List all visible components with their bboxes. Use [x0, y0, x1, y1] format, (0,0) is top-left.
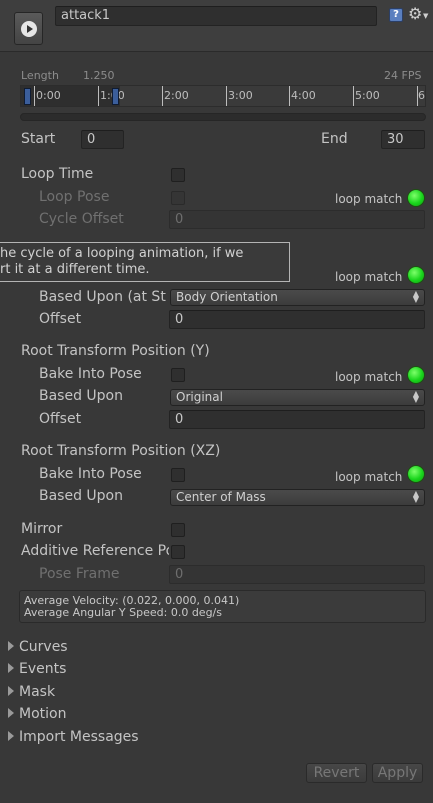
- loop-match-indicator: [408, 190, 424, 206]
- position-y-offset-label: Offset: [39, 411, 82, 427]
- start-label: Start: [21, 131, 56, 147]
- gear-icon[interactable]: ⚙: [408, 4, 422, 23]
- position-xz-loop-match-label: loop match: [335, 470, 403, 484]
- help-icon[interactable]: ?: [389, 8, 403, 22]
- clip-name-field[interactable]: attack1: [55, 6, 377, 26]
- average-info-box: Average Velocity: (0.022, 0.000, 0.041) …: [19, 590, 426, 623]
- position-xz-based-upon-label: Based Upon: [39, 488, 123, 504]
- rotation-offset-field[interactable]: 0: [169, 310, 425, 329]
- apply-button[interactable]: Apply: [372, 763, 423, 783]
- foldout-mask[interactable]: Mask: [8, 684, 55, 700]
- rotation-based-upon-select[interactable]: Body Orientation ▲ ▼: [170, 289, 425, 306]
- length-value: 1.250: [83, 69, 115, 82]
- loop-pose-checkbox[interactable]: [171, 191, 185, 205]
- foldout-arrow-icon: [8, 641, 14, 651]
- position-y-title: Root Transform Position (Y): [21, 343, 210, 359]
- fps-label: 24 FPS: [384, 69, 422, 82]
- tooltip-line-1: he cycle of a looping animation, if we: [0, 246, 244, 261]
- position-y-based-upon-value: Original: [176, 390, 223, 404]
- start-field[interactable]: 0: [81, 130, 124, 149]
- foldout-motion-label: Motion: [19, 706, 67, 722]
- header-bar: attack1 ? ⚙ ▼: [0, 0, 433, 52]
- position-xz-bake-label: Bake Into Pose: [39, 466, 142, 482]
- play-button[interactable]: [14, 12, 43, 45]
- position-y-loop-match-label: loop match: [335, 370, 403, 384]
- loop-match-label: loop match: [335, 192, 403, 206]
- foldout-import-messages[interactable]: Import Messages: [8, 729, 139, 745]
- rotation-loop-match-indicator: [408, 267, 424, 283]
- position-y-loop-match-indicator: [408, 367, 424, 383]
- foldout-arrow-icon: [8, 708, 14, 718]
- mirror-checkbox[interactable]: [171, 523, 185, 537]
- length-label: Length: [21, 69, 59, 82]
- loop-time-label: Loop Time: [21, 166, 94, 182]
- revert-button[interactable]: Revert: [306, 763, 367, 783]
- foldout-arrow-icon: [8, 731, 14, 741]
- tooltip: he cycle of a looping animation, if we r…: [0, 242, 290, 282]
- end-field[interactable]: 30: [381, 130, 425, 149]
- position-y-based-upon-select[interactable]: Original ▲ ▼: [170, 389, 425, 406]
- end-marker-handle[interactable]: [112, 88, 119, 105]
- timeline-scrollbar[interactable]: [20, 113, 426, 121]
- loop-pose-label: Loop Pose: [39, 189, 110, 205]
- end-label: End: [321, 131, 348, 147]
- position-xz-loop-match-indicator: [408, 466, 424, 482]
- foldout-events-label: Events: [19, 661, 67, 677]
- mirror-label: Mirror: [21, 521, 63, 537]
- loop-time-checkbox[interactable]: [171, 168, 185, 182]
- rotation-offset-label: Offset: [39, 311, 82, 327]
- tick-label-4: 4:00: [291, 89, 316, 102]
- additive-reference-pose-label: Additive Reference Pose: [21, 543, 169, 559]
- average-angular-speed-text: Average Angular Y Speed: 0.0 deg/s: [24, 606, 222, 619]
- tick-label-0: 0:00: [36, 89, 61, 102]
- foldout-events[interactable]: Events: [8, 661, 66, 677]
- foldout-arrow-icon: [8, 663, 14, 673]
- rotation-loop-match-label: loop match: [335, 270, 403, 284]
- tick-label-5: 5:00: [355, 89, 380, 102]
- select-arrows-icon: ▲ ▼: [412, 289, 419, 304]
- position-xz-based-upon-value: Center of Mass: [176, 490, 266, 504]
- position-xz-based-upon-select[interactable]: Center of Mass ▲ ▼: [170, 489, 425, 506]
- position-xz-title: Root Transform Position (XZ): [21, 443, 221, 459]
- timeline-ruler[interactable]: 0:00 1:00 2:00 3:00 4:00 5:00 6: [20, 85, 426, 107]
- foldout-curves[interactable]: Curves: [8, 639, 68, 655]
- additive-reference-pose-checkbox[interactable]: [171, 545, 185, 559]
- select-arrows-icon: ▲ ▼: [412, 489, 419, 504]
- rotation-based-upon-label: Based Upon (at Start): [39, 289, 166, 305]
- pose-frame-label: Pose Frame: [39, 566, 120, 582]
- play-icon: [21, 21, 37, 37]
- cycle-offset-field[interactable]: 0: [169, 210, 425, 229]
- tick-label-6: 6: [418, 89, 425, 102]
- foldout-import-messages-label: Import Messages: [19, 729, 139, 745]
- tooltip-line-2: rt it at a different time.: [0, 262, 150, 277]
- position-y-based-upon-label: Based Upon: [39, 388, 123, 404]
- rotation-based-upon-value: Body Orientation: [176, 290, 278, 304]
- foldout-curves-label: Curves: [19, 639, 68, 655]
- position-y-offset-field[interactable]: 0: [169, 410, 425, 429]
- pose-frame-field[interactable]: 0: [169, 565, 425, 584]
- position-y-bake-label: Bake Into Pose: [39, 366, 142, 382]
- tick-label-3: 3:00: [228, 89, 253, 102]
- tick-label-2: 2:00: [164, 89, 189, 102]
- start-marker-handle[interactable]: [24, 88, 31, 105]
- gear-dropdown-arrow[interactable]: ▼: [423, 12, 428, 20]
- foldout-motion[interactable]: Motion: [8, 706, 66, 722]
- position-xz-bake-checkbox[interactable]: [171, 468, 185, 482]
- foldout-arrow-icon: [8, 686, 14, 696]
- position-y-bake-checkbox[interactable]: [171, 368, 185, 382]
- select-arrows-icon: ▲ ▼: [412, 389, 419, 404]
- foldout-mask-label: Mask: [19, 684, 56, 700]
- cycle-offset-label: Cycle Offset: [39, 211, 124, 227]
